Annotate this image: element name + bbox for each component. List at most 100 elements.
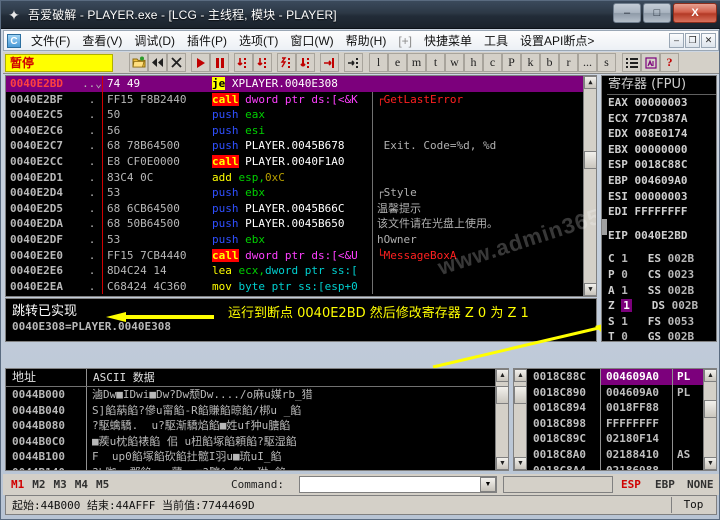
stack-scroll-thumb[interactable]	[704, 400, 716, 418]
memory-slot-m3[interactable]: M3	[54, 478, 67, 491]
command-secondary-box[interactable]	[503, 476, 613, 493]
memory-slot-m5[interactable]: M5	[96, 478, 109, 491]
disassembly-row[interactable]: 0040E2BF. FF15 F8B2440 call dword ptr ds:[…	[6, 91, 596, 108]
stack-row[interactable]: 0018C894 0018FF88	[528, 400, 716, 416]
memory-map-icon[interactable]: m	[407, 53, 426, 72]
flag-row[interactable]: T 0 GS 002B	[602, 329, 716, 341]
references-icon[interactable]: r	[559, 53, 578, 72]
pause-icon[interactable]	[210, 53, 229, 72]
disassembly-row[interactable]: 0040E2BD ..⌄ 74 49 je XPLAYER.0040E308	[6, 76, 596, 92]
dump-scroll-down-arrow-icon[interactable]: ▼	[496, 457, 508, 470]
dump-row[interactable]: 0044B100 F up0餡塚餡砍餡扗髋I羽u■琉uI_餡	[6, 449, 508, 465]
open-file-icon[interactable]	[129, 53, 148, 72]
register-row[interactable]: EDI FFFFFFFF	[602, 204, 716, 220]
register-row[interactable]: ECX 77CD387A	[602, 111, 716, 127]
command-input[interactable]	[300, 476, 482, 493]
memory-dump-pane[interactable]: 地址 ASCII 数据 0044B000 滷Dw■IDwi■Dw?Dw颓Dw...…	[5, 368, 509, 471]
flag-row[interactable]: C 1 ES 002B	[602, 251, 716, 267]
registers-pane[interactable]: 寄存器 (FPU) EAX 00000003 ECX 77CD387A EDX 00…	[601, 75, 717, 342]
stack-row[interactable]: 0018C8A0 02188410 AS	[528, 446, 716, 463]
stack-view-esp-button[interactable]: ESP	[621, 478, 641, 491]
stack-left-scrollbar[interactable]: ▲ ▼	[514, 369, 527, 470]
flag-row[interactable]: Z 1 DS 002B	[602, 298, 716, 314]
register-row[interactable]: ESI 00000003	[602, 189, 716, 205]
menu-item-file[interactable]: 文件(F)	[25, 31, 76, 50]
dump-row[interactable]: 0044B000 滷Dw■IDwi■Dw?Dw颓Dw..../o麻u媒rb_猎	[6, 387, 508, 403]
help-icon[interactable]: ?	[660, 53, 679, 72]
menu-item-plugins[interactable]: 插件(P)	[181, 31, 233, 50]
windows-icon[interactable]: w	[445, 53, 464, 72]
restart-icon[interactable]	[148, 53, 167, 72]
menu-item-tools[interactable]: 工具	[478, 31, 514, 50]
register-row[interactable]: EBP 004609A0	[602, 173, 716, 189]
execute-till-cursor-icon[interactable]	[344, 53, 363, 72]
disassembly-row[interactable]: 0040E2C6. 56 push esi	[6, 122, 596, 139]
register-row[interactable]: EIP 0040E2BD	[602, 228, 716, 244]
patches-icon[interactable]: P	[502, 53, 521, 72]
disassembly-row[interactable]: 0040E2C5. 50 push eax	[6, 107, 596, 123]
stack-row[interactable]: 0018C88C 004609A0 PL	[528, 369, 716, 385]
disassembly-row[interactable]: 0040E2DF. 53 push ebx hOwner	[6, 231, 596, 248]
menu-item-quick-menu[interactable]: 快捷菜单	[418, 31, 478, 50]
dump-scroll-thumb[interactable]	[496, 386, 508, 404]
log-window-icon[interactable]: l	[369, 53, 388, 72]
menu-item-debug[interactable]: 调试(D)	[128, 31, 181, 50]
plugin-icon[interactable]	[641, 53, 660, 72]
run-trace-icon[interactable]: ...	[578, 53, 597, 72]
stack-view-ebp-button[interactable]: EBP	[655, 478, 675, 491]
dump-row[interactable]: 0044B040 S]餡蒳餡?傪u甯餡-R餡賺餡晾餡/梆u _餡	[6, 402, 508, 419]
breakpoints-icon[interactable]: b	[540, 53, 559, 72]
disassembly-row[interactable]: 0040E2E6. 8D4C24 14 lea ecx,dword ptr ss:[	[6, 263, 596, 279]
scroll-thumb[interactable]	[584, 151, 596, 169]
menu-item-help[interactable]: 帮助(H)	[340, 31, 393, 50]
flag-row[interactable]: P 0 CS 0023	[602, 267, 716, 283]
disassembly-row[interactable]: 0040E2D5. 68 6CB64500 push PLAYER.0045B66C…	[6, 200, 596, 217]
stack-view-none-button[interactable]: NONE	[687, 478, 714, 491]
stack-row[interactable]: 0018C898 FFFFFFFF	[528, 415, 716, 432]
executable-modules-icon[interactable]: e	[388, 53, 407, 72]
minimize-button[interactable]: –	[613, 3, 641, 23]
disassembly-row[interactable]: 0040E2D1. 83C4 0C add esp,0xC	[6, 169, 596, 186]
stack-left-scroll-up-arrow-icon[interactable]: ▲	[514, 369, 527, 382]
disassembly-row[interactable]: 0040E2EA. C68424 4C360 mov byte ptr ss:[es…	[6, 278, 596, 295]
source-icon[interactable]: s	[597, 53, 616, 72]
command-dropdown-arrow-icon[interactable]: ▼	[480, 477, 496, 492]
cpu-icon[interactable]: c	[483, 53, 502, 72]
trace-over-icon[interactable]	[296, 53, 315, 72]
execute-till-return-icon[interactable]	[320, 53, 339, 72]
flag-row[interactable]: A 1 SS 002B	[602, 283, 716, 299]
memory-slot-m4[interactable]: M4	[75, 478, 88, 491]
menu-item-options[interactable]: 选项(T)	[233, 31, 284, 50]
mdi-minimize-button[interactable]: –	[669, 33, 684, 48]
menu-item-view[interactable]: 查看(V)	[76, 31, 128, 50]
stack-pane[interactable]: ▲ ▼ 0018C88C 004609A0 PL 0018C890 004609A0 PL…	[513, 368, 717, 471]
trace-into-icon[interactable]	[277, 53, 296, 72]
stack-vertical-scrollbar[interactable]: ▲ ▼	[703, 369, 716, 470]
stack-row[interactable]: 0018C8A4 02186988	[528, 462, 716, 470]
threads-icon[interactable]: t	[426, 53, 445, 72]
disassembly-pane[interactable]: 0040E2BD ..⌄ 74 49 je XPLAYER.0040E308 0040E…	[5, 75, 597, 297]
options-list-icon[interactable]	[622, 53, 641, 72]
menu-item-api-breakpoint[interactable]: 设置API断点>	[514, 31, 600, 50]
maximize-button[interactable]: □	[643, 3, 671, 23]
disassembly-row[interactable]: 0040E2DA. 68 50B64500 push PLAYER.0045B650…	[6, 216, 596, 232]
scroll-up-arrow-icon[interactable]: ▲	[584, 76, 596, 89]
close-program-icon[interactable]	[167, 53, 186, 72]
stack-scroll-up-arrow-icon[interactable]: ▲	[704, 369, 716, 382]
close-button[interactable]: X	[673, 3, 717, 23]
scroll-down-arrow-icon[interactable]: ▼	[584, 283, 596, 296]
step-over-icon[interactable]	[253, 53, 272, 72]
disassembly-row[interactable]: 0040E2D4. 53 push ebx ┌Style	[6, 185, 596, 201]
stack-row[interactable]: 0018C890 004609A0 PL	[528, 384, 716, 401]
disassembly-row[interactable]: 0040E2C7. 68 78B64500 push PLAYER.0045B678…	[6, 138, 596, 154]
dump-scroll-up-arrow-icon[interactable]: ▲	[496, 369, 508, 382]
stack-left-scroll-thumb[interactable]	[514, 386, 527, 404]
call-stack-icon[interactable]: k	[521, 53, 540, 72]
disassembly-row[interactable]: 0040E2CC. E8 CF0E0000 call PLAYER.0040F1A0	[6, 153, 596, 170]
stack-left-scroll-down-arrow-icon[interactable]: ▼	[514, 457, 527, 470]
dump-row[interactable]: 0044B0C0 ■蒺u枕餡裱餡 佀 u杻餡塚餡頼餡?駆湿餡	[6, 433, 508, 450]
register-row[interactable]: EDX 008E0174	[602, 126, 716, 142]
register-row[interactable]: ESP 0018C88C	[602, 157, 716, 173]
dump-row[interactable]: 0044B080 ?駆蠄驕. u?駆渐驕焰餡■姓uf狆u膅餡	[6, 418, 508, 434]
dump-vertical-scrollbar[interactable]: ▲ ▼	[495, 369, 508, 470]
